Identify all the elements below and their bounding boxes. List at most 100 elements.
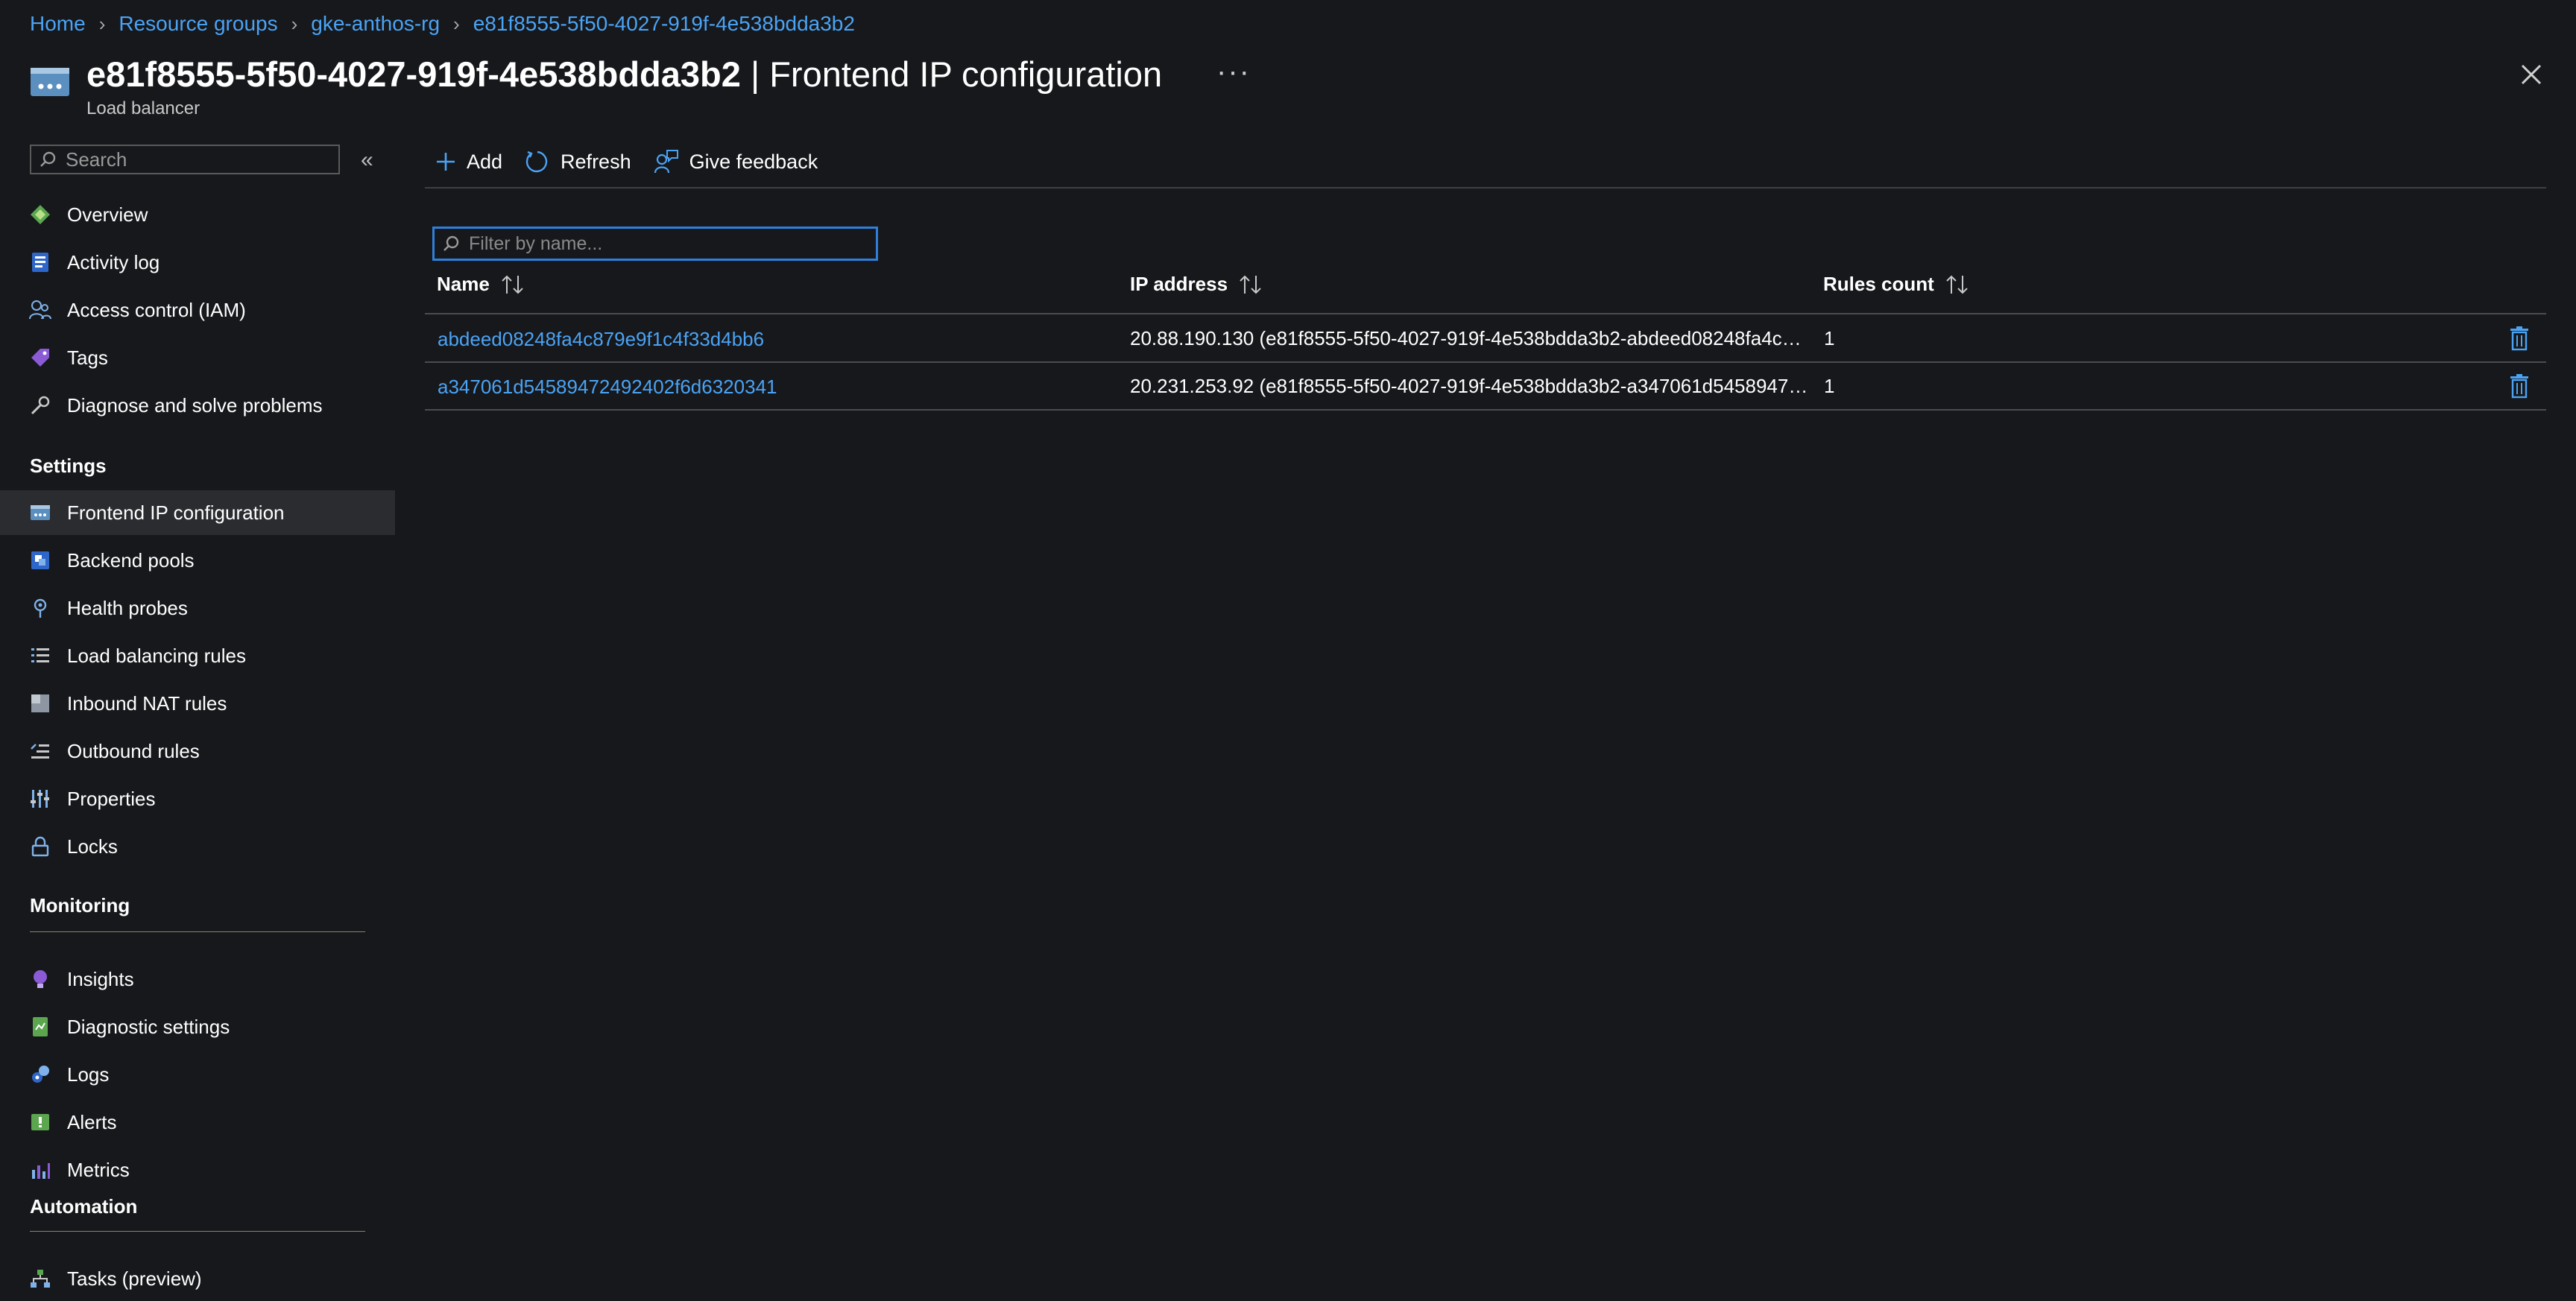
inbound-nat-icon xyxy=(28,691,52,715)
sidebar-item-label: Load balancing rules xyxy=(67,644,246,667)
close-icon[interactable] xyxy=(2516,60,2546,89)
collapse-sidebar-icon[interactable]: « xyxy=(361,148,373,173)
frontend-ip-icon xyxy=(28,501,52,525)
sidebar-item-label: Insights xyxy=(67,967,134,990)
properties-icon xyxy=(28,787,52,811)
sidebar: « Overview Activity log Access control (… xyxy=(0,142,395,1290)
sort-icon xyxy=(1240,275,1261,294)
wrench-icon xyxy=(28,393,52,417)
sidebar-item-label: Tags xyxy=(67,346,108,369)
sidebar-item-activity-log[interactable]: Activity log xyxy=(0,240,395,285)
resource-name: e81f8555-5f50-4027-919f-4e538bdda3b2 xyxy=(86,54,741,94)
filter-by-name-input[interactable] xyxy=(467,232,858,256)
page-section-name: Frontend IP configuration xyxy=(769,54,1163,94)
sidebar-item-label: Backend pools xyxy=(67,548,195,572)
search-icon xyxy=(443,235,459,251)
sidebar-item-label: Access control (IAM) xyxy=(67,298,246,321)
sidebar-item-metrics[interactable]: Metrics xyxy=(0,1148,395,1192)
column-header-label: Name xyxy=(437,273,490,295)
sidebar-item-frontend-ip[interactable]: Frontend IP configuration xyxy=(0,490,395,535)
command-bar: Add Refresh Give feedback xyxy=(435,142,840,182)
sidebar-item-backend-pools[interactable]: Backend pools xyxy=(0,538,395,583)
sidebar-item-label: Locks xyxy=(67,835,118,858)
sidebar-item-diagnose[interactable]: Diagnose and solve problems xyxy=(0,383,395,428)
section-divider xyxy=(30,931,365,932)
plus-icon xyxy=(437,153,455,171)
refresh-button[interactable]: Refresh xyxy=(525,149,631,174)
sidebar-item-label: Overview xyxy=(67,203,148,226)
sidebar-item-logs[interactable]: Logs xyxy=(0,1052,395,1097)
sort-icon xyxy=(502,275,523,294)
column-header-rules-count[interactable]: Rules count xyxy=(1823,273,1970,296)
section-settings: Settings xyxy=(30,455,107,477)
column-header-ip-address[interactable]: IP address xyxy=(1130,273,1263,296)
sidebar-item-label: Outbound rules xyxy=(67,739,200,762)
lightbulb-icon xyxy=(28,967,52,991)
sidebar-item-access-control[interactable]: Access control (IAM) xyxy=(0,288,395,332)
search-icon xyxy=(40,151,56,167)
sidebar-search[interactable] xyxy=(30,145,340,174)
lock-icon xyxy=(28,835,52,858)
sidebar-item-outbound-rules[interactable]: Outbound rules xyxy=(0,729,395,773)
rules-count-cell: 1 xyxy=(1824,327,1835,349)
row-divider xyxy=(425,409,2546,411)
delete-icon[interactable] xyxy=(2509,326,2530,351)
overview-icon xyxy=(28,203,52,227)
chevron-right-icon: › xyxy=(291,12,298,35)
sidebar-item-diagnostic-settings[interactable]: Diagnostic settings xyxy=(0,1004,395,1049)
section-automation: Automation xyxy=(30,1195,138,1218)
metrics-icon xyxy=(28,1158,52,1182)
sidebar-item-properties[interactable]: Properties xyxy=(0,776,395,821)
sidebar-item-overview[interactable]: Overview xyxy=(0,192,395,237)
breadcrumb-resource-group[interactable]: gke-anthos-rg xyxy=(311,12,440,36)
refresh-button-label: Refresh xyxy=(561,150,631,173)
sidebar-item-label: Alerts xyxy=(67,1110,117,1133)
header-divider xyxy=(425,313,2546,314)
sidebar-search-input[interactable] xyxy=(64,147,321,172)
outbound-rules-icon xyxy=(28,739,52,763)
frontend-ip-name-link[interactable]: abdeed08248fa4c879e9f1c4f33d4bb6 xyxy=(438,328,764,351)
column-header-label: IP address xyxy=(1130,273,1228,295)
breadcrumb-resource-groups[interactable]: Resource groups xyxy=(119,12,277,36)
alert-icon xyxy=(28,1110,52,1134)
sidebar-item-label: Health probes xyxy=(67,596,188,619)
sidebar-item-tasks[interactable]: Tasks (preview) xyxy=(0,1256,395,1301)
sidebar-item-locks[interactable]: Locks xyxy=(0,824,395,869)
section-monitoring: Monitoring xyxy=(30,894,130,917)
refresh-icon xyxy=(525,151,548,173)
sidebar-item-label: Diagnose and solve problems xyxy=(67,393,323,417)
backend-pools-icon xyxy=(28,548,52,572)
breadcrumb-load-balancer[interactable]: e81f8555-5f50-4027-919f-4e538bdda3b2 xyxy=(473,12,855,36)
logs-icon xyxy=(28,1063,52,1086)
load-balancer-icon xyxy=(31,68,69,96)
sidebar-item-insights[interactable]: Insights xyxy=(0,957,395,1001)
add-button[interactable]: Add xyxy=(435,151,502,174)
add-button-label: Add xyxy=(467,150,503,173)
chevron-right-icon: › xyxy=(98,12,106,35)
breadcrumb: Home › Resource groups › gke-anthos-rg ›… xyxy=(30,9,855,39)
sidebar-item-tags[interactable]: Tags xyxy=(0,335,395,380)
filter-box[interactable] xyxy=(432,227,878,261)
chevron-right-icon: › xyxy=(453,12,460,35)
column-header-name[interactable]: Name xyxy=(437,273,525,296)
row-divider xyxy=(425,361,2546,363)
tasks-icon xyxy=(28,1267,52,1291)
sidebar-item-label: Tasks (preview) xyxy=(67,1267,202,1290)
rules-count-cell: 1 xyxy=(1824,375,1835,397)
sidebar-item-alerts[interactable]: Alerts xyxy=(0,1100,395,1145)
give-feedback-button[interactable]: Give feedback xyxy=(654,149,818,174)
page-title: e81f8555-5f50-4027-919f-4e538bdda3b2 | F… xyxy=(86,51,1162,98)
sidebar-item-load-balancing-rules[interactable]: Load balancing rules xyxy=(0,633,395,678)
sidebar-item-label: Inbound NAT rules xyxy=(67,691,227,715)
ip-address-cell: 20.88.190.130 (e81f8555-5f50-4027-919f-4… xyxy=(1130,327,1808,349)
delete-icon[interactable] xyxy=(2509,373,2530,399)
sidebar-item-label: Frontend IP configuration xyxy=(67,501,285,524)
give-feedback-label: Give feedback xyxy=(689,150,818,173)
more-options-icon[interactable]: ··· xyxy=(1216,55,1251,89)
frontend-ip-name-link[interactable]: a347061d54589472492402f6d6320341 xyxy=(438,376,777,399)
sidebar-item-inbound-nat[interactable]: Inbound NAT rules xyxy=(0,681,395,726)
ip-address-cell: 20.231.253.92 (e81f8555-5f50-4027-919f-4… xyxy=(1130,375,1808,397)
sort-icon xyxy=(1946,275,1968,294)
sidebar-item-health-probes[interactable]: Health probes xyxy=(0,586,395,630)
breadcrumb-home[interactable]: Home xyxy=(30,12,86,36)
